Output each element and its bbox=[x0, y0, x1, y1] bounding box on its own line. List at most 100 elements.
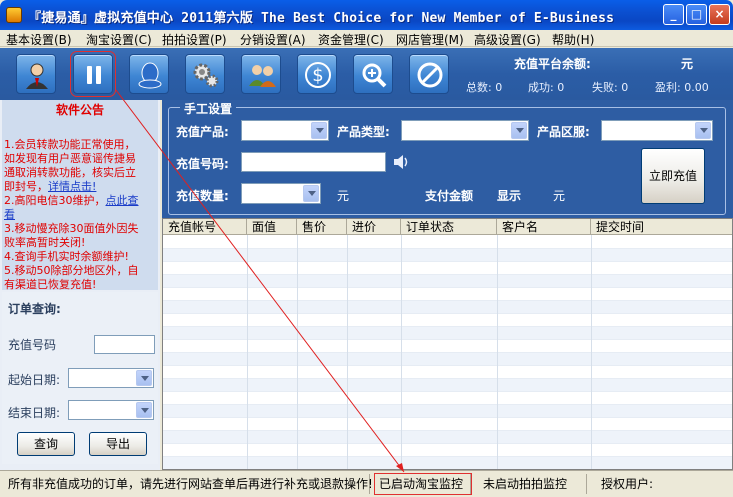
menu-help[interactable]: 帮助(H) bbox=[552, 31, 594, 48]
table-row[interactable] bbox=[163, 275, 732, 288]
minimize-button[interactable]: _ bbox=[663, 4, 684, 25]
table-row[interactable] bbox=[163, 340, 732, 353]
start-date-picker[interactable] bbox=[68, 368, 154, 388]
column-divider bbox=[297, 235, 298, 469]
stop-icon[interactable] bbox=[409, 54, 449, 94]
svg-text:$: $ bbox=[312, 65, 323, 86]
table-row[interactable] bbox=[163, 262, 732, 275]
table-row[interactable] bbox=[163, 236, 732, 249]
order-query-title: 订单查询: bbox=[8, 302, 61, 316]
chevron-down-icon[interactable] bbox=[311, 122, 327, 139]
table-row[interactable] bbox=[163, 327, 732, 340]
status-message: 所有非充值成功的订单，请先进行网站查单后再进行补充或退款操作! bbox=[4, 474, 373, 494]
table-row[interactable] bbox=[163, 431, 732, 444]
menu-bar: 基本设置(B) 淘宝设置(C) 拍拍设置(P) 分销设置(A) 资金管理(C) … bbox=[0, 30, 733, 47]
type-label: 产品类型: bbox=[337, 125, 390, 139]
money-icon[interactable]: $ bbox=[297, 54, 337, 94]
column-header[interactable]: 进价 bbox=[347, 219, 401, 235]
notice-line: 2.高阳电信30维护，点此查 bbox=[4, 192, 139, 208]
phone-label: 充值号码 bbox=[8, 338, 57, 352]
status-bar: 所有非充值成功的订单，请先进行网站查单后再进行补充或退款操作! 已启动淘宝监控 … bbox=[0, 470, 733, 497]
column-header[interactable]: 提交时间 bbox=[591, 219, 732, 235]
column-divider bbox=[247, 235, 248, 469]
phone-input[interactable] bbox=[94, 335, 155, 354]
column-header[interactable]: 面值 bbox=[247, 219, 297, 235]
qty-select[interactable] bbox=[241, 183, 321, 204]
window-title: 『捷易通』虚拟充值中心 2011第六版 The Best Choice for … bbox=[28, 11, 615, 26]
menu-advanced[interactable]: 高级设置(G) bbox=[474, 31, 541, 48]
product-label: 充值产品: bbox=[176, 125, 229, 139]
menu-funds[interactable]: 资金管理(C) bbox=[318, 31, 384, 48]
end-date-label: 结束日期: bbox=[8, 406, 61, 420]
pay-value: 显示 bbox=[497, 189, 522, 203]
query-button[interactable]: 查询 bbox=[17, 432, 75, 456]
number-input[interactable] bbox=[241, 152, 386, 172]
notice-text: 2.高阳电信30维护， bbox=[4, 194, 106, 207]
user-icon[interactable] bbox=[16, 54, 56, 94]
pause-icon[interactable] bbox=[70, 51, 116, 97]
column-divider bbox=[591, 235, 592, 469]
type-select[interactable] bbox=[401, 120, 529, 141]
chevron-down-icon[interactable] bbox=[695, 122, 711, 139]
notice-title: 软件公告 bbox=[55, 103, 104, 117]
table-row[interactable] bbox=[163, 366, 732, 379]
menu-basic-settings[interactable]: 基本设置(B) bbox=[6, 31, 72, 48]
column-header[interactable]: 客户名 bbox=[497, 219, 591, 235]
table-row[interactable] bbox=[163, 457, 732, 469]
orders-table[interactable]: 充值帐号 面值 售价 进价 订单状态 客户名 提交时间 bbox=[162, 218, 733, 470]
menu-shop[interactable]: 网店管理(M) bbox=[396, 31, 464, 48]
table-row[interactable] bbox=[163, 314, 732, 327]
paipai-monitor-status: 未启动拍拍监控 bbox=[479, 474, 587, 494]
title-bar[interactable]: 『捷易通』虚拟充值中心 2011第六版 The Best Choice for … bbox=[0, 0, 733, 30]
column-divider bbox=[401, 235, 402, 469]
balance-label: 充值平台余额: bbox=[514, 57, 591, 71]
gears-icon[interactable] bbox=[185, 54, 225, 94]
product-select[interactable] bbox=[241, 120, 329, 141]
table-row[interactable] bbox=[163, 301, 732, 314]
chevron-down-icon[interactable] bbox=[303, 185, 319, 202]
table-row[interactable] bbox=[163, 288, 732, 301]
order-query-panel: 订单查询: 充值号码 起始日期: 结束日期: 查询 导出 bbox=[2, 292, 158, 464]
table-row[interactable] bbox=[163, 353, 732, 366]
table-row[interactable] bbox=[163, 444, 732, 457]
close-button[interactable]: × bbox=[709, 4, 730, 25]
menu-taobao-settings[interactable]: 淘宝设置(C) bbox=[86, 31, 152, 48]
speaker-icon[interactable] bbox=[392, 154, 410, 170]
region-select[interactable] bbox=[601, 120, 713, 141]
menu-paipai-settings[interactable]: 拍拍设置(P) bbox=[162, 31, 227, 48]
manual-settings-panel: 手工设置 充值产品: 产品类型: 产品区服: 充值号码: 充值数量: 元 支付金… bbox=[162, 100, 733, 218]
balance-unit: 元 bbox=[681, 57, 694, 71]
column-header[interactable]: 售价 bbox=[297, 219, 347, 235]
column-header[interactable]: 充值帐号 bbox=[163, 219, 247, 235]
chevron-down-icon[interactable] bbox=[511, 122, 527, 139]
left-panel: 软件公告 1.会员转款功能正常使用， 如发现有用户恶意谣传捷易 通取消转款功能，… bbox=[0, 100, 160, 470]
table-row[interactable] bbox=[163, 392, 732, 405]
view-link[interactable]: 点此查 bbox=[106, 194, 139, 207]
end-date-picker[interactable] bbox=[68, 400, 154, 420]
maximize-button[interactable]: □ bbox=[686, 4, 707, 25]
table-row[interactable] bbox=[163, 249, 732, 262]
table-row[interactable] bbox=[163, 418, 732, 431]
column-header[interactable]: 订单状态 bbox=[401, 219, 497, 235]
region-label: 产品区服: bbox=[537, 125, 590, 139]
chevron-down-icon[interactable] bbox=[136, 402, 152, 418]
qty-label: 充值数量: bbox=[176, 189, 229, 203]
qq-icon[interactable] bbox=[129, 54, 169, 94]
taobao-monitor-status: 已启动淘宝监控 bbox=[374, 473, 472, 495]
users-icon[interactable] bbox=[241, 54, 281, 94]
number-label: 充值号码: bbox=[176, 157, 229, 171]
chevron-down-icon[interactable] bbox=[136, 370, 152, 386]
table-row[interactable] bbox=[163, 379, 732, 392]
authorized-user: 授权用户: bbox=[601, 477, 654, 491]
notice-line: 有渠道已恢复充值! bbox=[4, 278, 97, 290]
table-header: 充值帐号 面值 售价 进价 订单状态 客户名 提交时间 bbox=[163, 219, 732, 235]
charge-now-button[interactable]: 立即充值 bbox=[641, 148, 705, 204]
pay-label: 支付金额 bbox=[425, 189, 474, 203]
zoom-icon[interactable] bbox=[353, 54, 393, 94]
export-button[interactable]: 导出 bbox=[89, 432, 147, 456]
table-row[interactable] bbox=[163, 405, 732, 418]
menu-distribution-settings[interactable]: 分销设置(A) bbox=[240, 31, 306, 48]
start-date-label: 起始日期: bbox=[8, 373, 61, 387]
app-icon bbox=[6, 7, 22, 23]
stat-fail: 失败: 0 bbox=[592, 81, 629, 94]
